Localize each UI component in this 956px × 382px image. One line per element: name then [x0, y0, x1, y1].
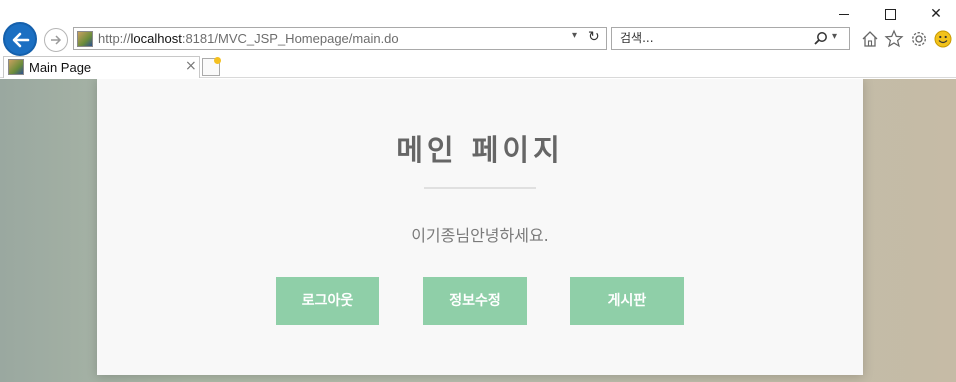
main-card: 메인 페이지 이기종님안녕하세요. 로그아웃 정보수정 게시판 [97, 79, 863, 375]
page-title: 메인 페이지 [396, 133, 564, 167]
title-divider [424, 187, 536, 189]
close-tab-icon[interactable]: × [185, 58, 197, 74]
maximize-button[interactable] [880, 4, 900, 24]
navigation-bar: http://localhost:8181/MVC_JSP_Homepage/m… [0, 22, 956, 56]
board-button[interactable]: 게시판 [570, 277, 684, 325]
smiley-feedback-icon[interactable] [933, 29, 953, 49]
tab-main-page[interactable]: Main Page × [3, 56, 200, 78]
search-dropdown-icon[interactable]: ▾ [832, 31, 837, 42]
minimize-button[interactable] [834, 4, 854, 24]
gear-icon[interactable] [909, 29, 929, 49]
tab-title: Main Page [29, 60, 92, 75]
search-input[interactable] [620, 31, 800, 45]
welcome-message: 이기종님안녕하세요. [411, 226, 549, 245]
search-icon[interactable] [813, 31, 829, 47]
favorites-star-icon[interactable] [884, 29, 904, 49]
page-viewport: 메인 페이지 이기종님안녕하세요. 로그아웃 정보수정 게시판 [0, 79, 956, 382]
arrow-right-icon [51, 35, 62, 45]
tab-strip: Main Page × [0, 56, 956, 78]
close-window-button[interactable]: ✕ [926, 4, 946, 24]
address-bar[interactable]: http://localhost:8181/MVC_JSP_Homepage/m… [73, 27, 607, 50]
address-url[interactable]: http://localhost:8181/MVC_JSP_Homepage/m… [98, 31, 399, 46]
address-dropdown-icon[interactable]: ▾ [572, 30, 577, 41]
tab-favicon-icon [8, 59, 24, 75]
refresh-icon[interactable]: ↻ [588, 29, 600, 45]
logout-button[interactable]: 로그아웃 [276, 277, 379, 325]
home-icon[interactable] [860, 29, 880, 49]
back-button[interactable] [3, 22, 37, 56]
arrow-left-icon [12, 32, 30, 48]
forward-button[interactable] [44, 28, 68, 52]
new-tab-icon[interactable] [202, 57, 221, 76]
edit-info-button[interactable]: 정보수정 [423, 277, 527, 325]
search-box[interactable]: ▾ [611, 27, 850, 50]
site-favicon-icon [77, 31, 93, 47]
